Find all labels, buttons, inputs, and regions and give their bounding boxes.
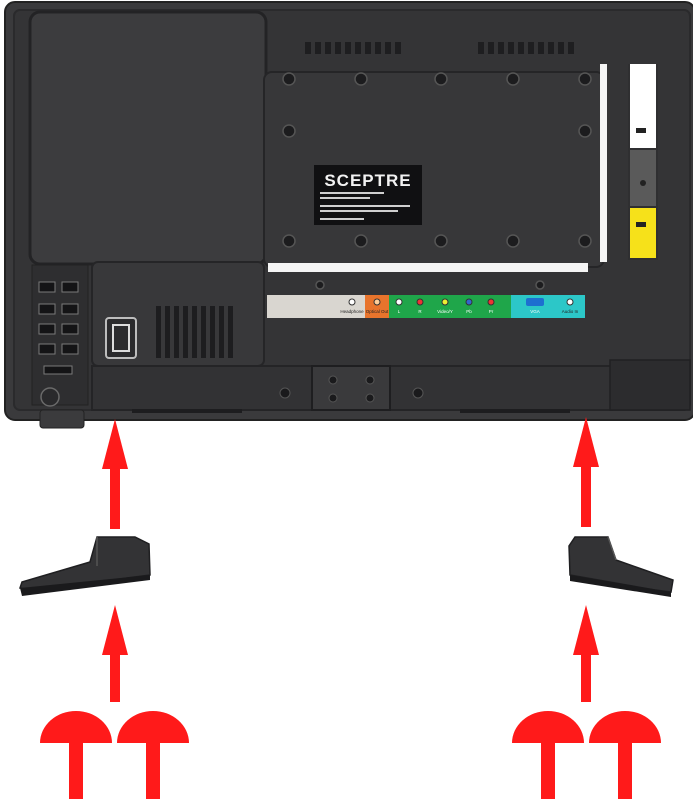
arrow-up-icon (102, 605, 128, 702)
right-lower-block (609, 359, 691, 411)
service-label (630, 150, 656, 206)
screw-icon (117, 711, 189, 799)
brand-logo: SCEPTRE (324, 171, 411, 190)
port-label-pr: Pr (489, 309, 494, 314)
vga-port-icon (526, 298, 544, 306)
port-label-pb: Pb (466, 309, 472, 314)
arrow-up-icon (573, 605, 599, 702)
tv-back: SCEPTRE Headphone Optical Out L R Video/… (4, 1, 693, 429)
lower-vents (156, 306, 233, 358)
av-connector-strip: Headphone Optical Out L R Video/Y Pb Pr … (267, 295, 585, 318)
screw-icon (512, 711, 584, 799)
power-button (40, 387, 60, 407)
usb-label (630, 64, 656, 148)
arrow-up-icon (102, 419, 128, 529)
white-rail-vertical (600, 64, 607, 262)
stand-foot-icon (568, 536, 674, 597)
tv-stand-installation-diagram: SCEPTRE Headphone Optical Out L R Video/… (4, 1, 693, 799)
stand-foot-icon (18, 536, 151, 596)
yellow-label (630, 208, 656, 258)
port-label-video: Video/Y (437, 309, 453, 314)
port-label-headphone: Headphone (340, 309, 364, 314)
center-bracket (311, 365, 391, 411)
bottom-tab (39, 409, 85, 429)
port-label-audio-in: Audio In (562, 309, 579, 314)
bottom-vents-left (132, 409, 242, 413)
port-label-optical: Optical Out (366, 309, 389, 314)
arrow-up-icon (573, 417, 599, 527)
bottom-vents-right (460, 409, 570, 413)
headphone-jack-icon (348, 298, 356, 306)
white-rail-horizontal (268, 263, 588, 272)
screw-icon (40, 711, 112, 799)
port-label-vga: VGA (530, 309, 540, 314)
left-cover-panel (28, 10, 268, 266)
screw-icon (589, 711, 661, 799)
